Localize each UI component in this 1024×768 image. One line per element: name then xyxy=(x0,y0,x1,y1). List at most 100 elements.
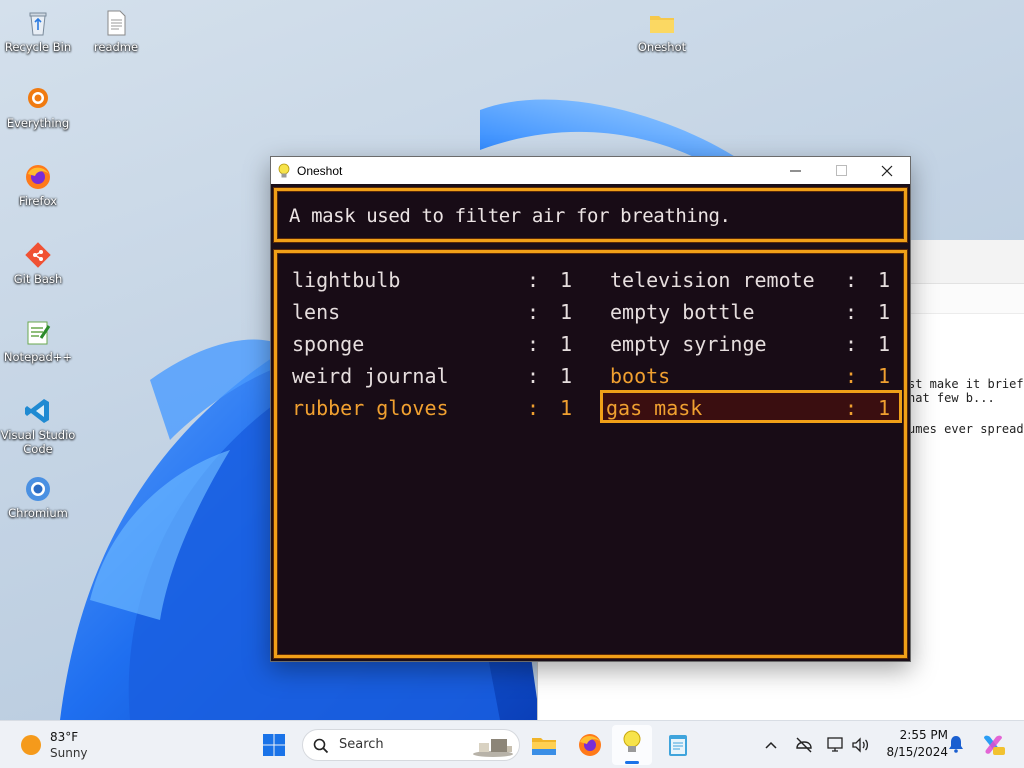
notepad-plus-plus-icon xyxy=(23,318,53,348)
inventory-item-lens[interactable]: lens : 1 xyxy=(282,297,582,327)
network-status[interactable] xyxy=(794,735,814,755)
taskbar-notepad[interactable] xyxy=(664,731,692,759)
chromium-icon xyxy=(23,474,53,504)
folder-icon xyxy=(647,8,677,38)
desktop-icon-label: Everything xyxy=(6,116,70,130)
search-placeholder: Search xyxy=(339,737,384,752)
desktop-icon-git-bash[interactable]: Git Bash xyxy=(0,240,76,286)
taskbar: 83°F Sunny Search 2:55 PM 8/15/2024 xyxy=(0,720,1024,768)
inventory-item-lightbulb[interactable]: lightbulb : 1 xyxy=(282,265,582,295)
monitor-icon xyxy=(827,737,843,752)
clock-time: 2:55 PM xyxy=(899,728,948,742)
desktop-icon-label: Chromium xyxy=(8,506,68,520)
desktop-icon-chromium[interactable]: Chromium xyxy=(0,474,76,520)
taskbar-file-explorer[interactable] xyxy=(530,731,558,759)
recycle-bin-icon xyxy=(23,8,53,38)
display-icon-button[interactable] xyxy=(826,735,846,755)
inventory-item-television-remote[interactable]: television remote : 1 xyxy=(600,265,900,295)
item-quantity: 1 xyxy=(560,396,573,420)
desktop-icon-readme[interactable]: readme xyxy=(78,8,154,54)
background-text-line: hat few b... xyxy=(908,391,995,405)
inventory-item-empty-syringe[interactable]: empty syringe : 1 xyxy=(600,329,900,359)
clock[interactable]: 2:55 PM 8/15/2024 xyxy=(876,727,948,763)
close-icon xyxy=(881,165,893,176)
item-separator: : xyxy=(845,332,858,356)
weather-temperature: 83°F xyxy=(50,730,79,744)
item-description: A mask used to filter air for breathing. xyxy=(289,205,731,227)
maximize-icon xyxy=(835,165,847,176)
inventory-item-boots[interactable]: boots : 1 xyxy=(600,361,900,391)
item-quantity: 1 xyxy=(878,332,891,356)
item-separator: : xyxy=(527,364,540,388)
inventory-item-sponge[interactable]: sponge : 1 xyxy=(282,329,582,359)
item-name: gas mask xyxy=(606,396,703,420)
desktop-icon-firefox[interactable]: Firefox xyxy=(0,162,76,208)
notifications-button[interactable] xyxy=(948,735,966,755)
item-name: television remote xyxy=(610,268,815,292)
desktop-icon-notepad-plus-plus[interactable]: Notepad++ xyxy=(0,318,76,364)
maximize-button[interactable] xyxy=(818,157,864,184)
vscode-icon xyxy=(23,396,53,426)
close-button[interactable] xyxy=(864,157,910,184)
speaker-icon xyxy=(852,737,869,753)
weather-widget[interactable]: 83°F Sunny xyxy=(18,729,108,761)
desktop-icon-oneshot-folder[interactable]: Oneshot xyxy=(624,8,700,54)
start-button[interactable] xyxy=(262,733,288,759)
minimize-button[interactable] xyxy=(772,157,818,184)
desktop-icon-label: Notepad++ xyxy=(3,350,73,364)
windows-logo-icon xyxy=(263,734,285,756)
notepad-icon xyxy=(669,735,687,756)
inventory-panel: lightbulb : 1 lens : 1 sponge : 1 weird … xyxy=(274,250,907,658)
item-quantity: 1 xyxy=(560,268,573,292)
search-highlight-illustration-icon xyxy=(473,739,513,757)
item-quantity: 1 xyxy=(878,364,891,388)
item-quantity: 1 xyxy=(560,332,573,356)
desktop-icon-label: Visual Studio Code xyxy=(0,428,76,456)
item-separator: : xyxy=(845,300,858,324)
item-name: boots xyxy=(610,364,671,388)
oneshot-titlebar[interactable]: Oneshot xyxy=(271,157,910,184)
weather-description: Sunny xyxy=(50,746,88,760)
desktop-icon-vscode[interactable]: Visual Studio Code xyxy=(0,396,76,456)
inventory-item-gas-mask[interactable]: gas mask : 1 xyxy=(600,390,902,423)
taskbar-search-box[interactable]: Search xyxy=(302,729,520,761)
desktop-icon-label: readme xyxy=(93,40,139,54)
inventory-item-weird-journal[interactable]: weird journal : 1 xyxy=(282,361,582,391)
item-name: lens xyxy=(292,300,341,324)
oneshot-window[interactable]: Oneshot A mask used to filter air for br… xyxy=(270,156,911,662)
desktop-icon-everything[interactable]: Everything xyxy=(0,84,76,130)
item-separator: : xyxy=(527,332,540,356)
window-title: Oneshot xyxy=(297,163,343,178)
item-quantity: 1 xyxy=(560,300,573,324)
taskbar-firefox[interactable] xyxy=(576,731,604,759)
desktop-icon-recycle-bin[interactable]: Recycle Bin xyxy=(0,8,76,54)
lightbulb-icon xyxy=(278,163,290,177)
desktop-icon-label: Git Bash xyxy=(13,272,63,286)
item-description-panel: A mask used to filter air for breathing. xyxy=(274,188,907,242)
background-text-line: st make it brief xyxy=(908,377,1024,391)
inventory-item-empty-bottle[interactable]: empty bottle : 1 xyxy=(600,297,900,327)
item-name: empty syringe xyxy=(610,332,767,356)
desktop-icon-label: Recycle Bin xyxy=(4,40,72,54)
item-name: sponge xyxy=(292,332,365,356)
volume-button[interactable] xyxy=(850,735,870,755)
item-quantity: 1 xyxy=(560,364,573,388)
item-separator: : xyxy=(527,396,540,420)
firefox-icon xyxy=(23,162,53,192)
item-name: lightbulb xyxy=(292,268,401,292)
inventory-item-rubber-gloves[interactable]: rubber gloves : 1 xyxy=(282,393,582,423)
sun-icon xyxy=(21,735,41,755)
tray-overflow-button[interactable] xyxy=(764,737,780,753)
copilot-button[interactable] xyxy=(980,732,1006,758)
item-name: empty bottle xyxy=(610,300,755,324)
clock-date: 8/15/2024 xyxy=(886,745,948,759)
search-icon xyxy=(313,738,329,754)
desktop-icon-label: Firefox xyxy=(18,194,58,208)
taskbar-oneshot[interactable] xyxy=(612,725,652,765)
active-app-indicator xyxy=(625,761,639,764)
desktop-icon-label: Oneshot xyxy=(637,40,687,54)
minimize-icon xyxy=(789,170,801,172)
copilot-icon xyxy=(984,735,1005,755)
firefox-icon xyxy=(579,734,601,756)
git-bash-icon xyxy=(23,240,53,270)
